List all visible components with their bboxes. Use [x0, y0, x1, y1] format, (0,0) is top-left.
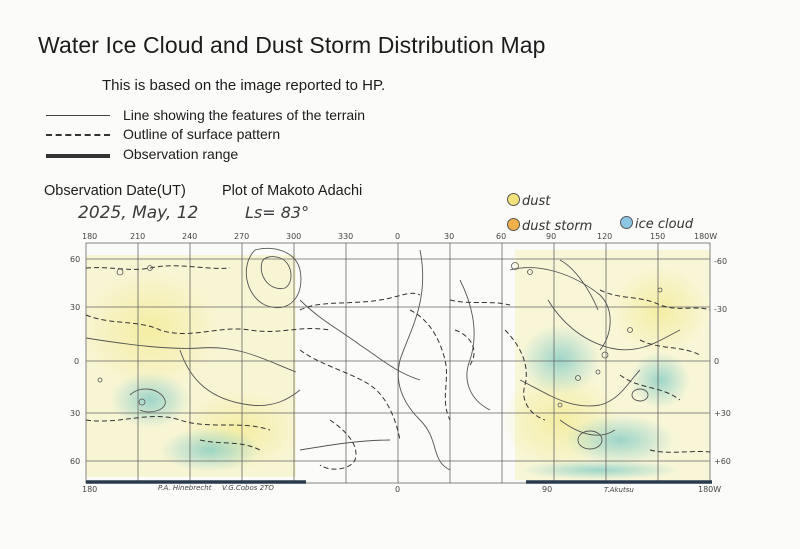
tick-label: 60 — [496, 232, 506, 241]
tick-label: 240 — [182, 232, 197, 241]
credit-label: P.A. Hinebrecht — [158, 484, 212, 492]
credit-label: T.Akutsu — [604, 486, 634, 494]
tick-label: 300 — [286, 232, 301, 241]
mars-map: 180 210 240 270 300 330 0 30 60 90 120 1… — [70, 232, 731, 494]
tick-label: 90 — [546, 232, 556, 241]
tick-label: 30 — [70, 303, 80, 312]
tick-label: 180 — [82, 485, 97, 494]
tick-label: +30 — [714, 409, 731, 418]
color-wash-layer — [80, 250, 710, 480]
right-latitude-ticks: -60 -30 0 +30 +60 — [714, 257, 731, 466]
tick-label: 330 — [338, 232, 353, 241]
tick-label: -30 — [714, 305, 727, 314]
tick-label: 180W — [694, 232, 717, 241]
tick-label: 270 — [234, 232, 249, 241]
tick-label: 0 — [74, 357, 79, 366]
tick-label: -60 — [714, 257, 727, 266]
tick-label: 210 — [130, 232, 145, 241]
tick-label: 180W — [698, 485, 721, 494]
left-latitude-ticks: 60 30 0 30 60 — [70, 255, 80, 466]
tick-label: 120 — [597, 232, 612, 241]
tick-label: +60 — [714, 457, 731, 466]
tick-label: 60 — [70, 457, 80, 466]
tick-label: 30 — [444, 232, 454, 241]
tick-label: 0 — [714, 357, 719, 366]
tick-label: 30 — [70, 409, 80, 418]
tick-label: 150 — [650, 232, 665, 241]
credit-label: V.G.Cobos 2TO — [222, 484, 274, 492]
tick-label: 0 — [395, 485, 400, 494]
top-longitude-ticks: 180 210 240 270 300 330 0 30 60 90 120 1… — [82, 232, 717, 241]
tick-label: 0 — [395, 232, 400, 241]
tick-label: 60 — [70, 255, 80, 264]
tick-label: 90 — [542, 485, 552, 494]
tick-label: 180 — [82, 232, 97, 241]
